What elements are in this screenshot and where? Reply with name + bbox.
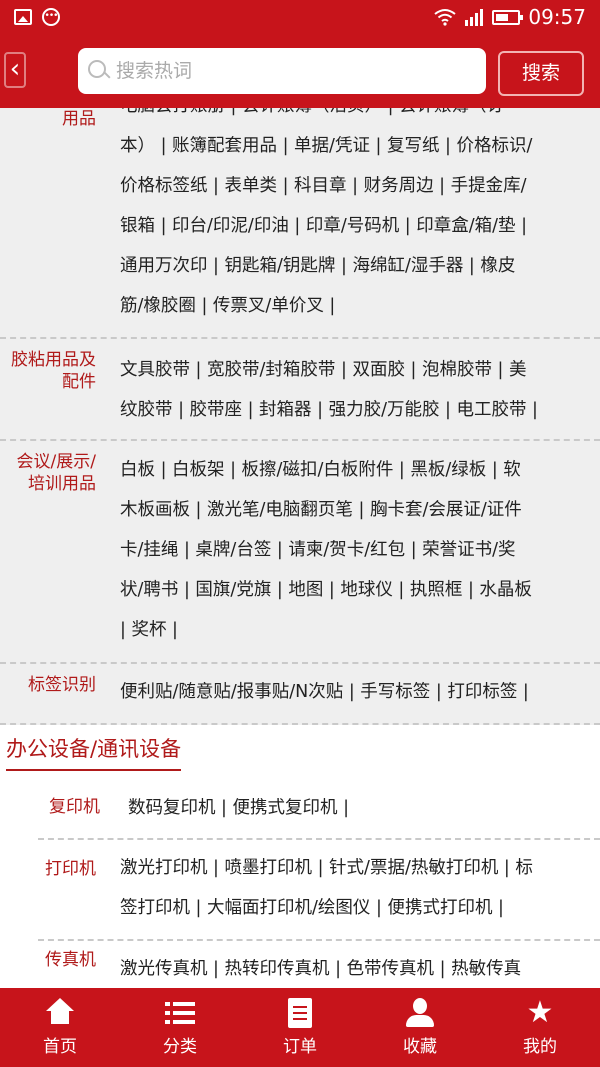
category-items: 激光传真机 | 热转印传真机 | 色带传真机 | 热敏传真 (120, 949, 600, 988)
item-line[interactable]: 本） | 账簿配套用品 | 单据/凭证 | 复写纸 | 价格标识/ (120, 126, 600, 166)
search-icon (88, 60, 110, 82)
nav-label: 首页 (43, 1037, 77, 1057)
category-items: 白板 | 白板架 | 板擦/磁扣/白板附件 | 黑板/绿板 | 软 木板画板 |… (120, 450, 600, 650)
divider (38, 838, 600, 840)
status-bar: ••• 09:57 (0, 0, 600, 36)
section-title: 办公设备/通讯设备 (6, 733, 182, 771)
item-line[interactable]: 通用万次印 | 钥匙箱/钥匙牌 | 海绵缸/湿手器 | 橡皮 (120, 246, 600, 286)
category-content[interactable]: 用品 电脑会打账册 | 会计账簿（活页） | 会计账簿（订 本） | 账簿配套用… (0, 108, 600, 988)
nav-label: 我的 (523, 1037, 557, 1057)
nav-label: 分类 (163, 1037, 197, 1057)
item-line[interactable]: 卡/挂绳 | 桌牌/台签 | 请柬/贺卡/红包 | 荣誉证书/奖 (120, 530, 600, 570)
category-label: 标签识别 (28, 675, 96, 695)
wifi-icon (434, 9, 456, 26)
divider (38, 939, 600, 941)
category-items: 激光打印机 | 喷墨打印机 | 针式/票据/热敏打印机 | 标 签打印机 | 大… (120, 848, 600, 928)
user-icon (405, 998, 435, 1028)
item-line[interactable]: 激光打印机 | 喷墨打印机 | 针式/票据/热敏打印机 | 标 (120, 848, 600, 888)
item-line[interactable]: 木板画板 | 激光笔/电脑翻页笔 | 胸卡套/会展证/证件 (120, 490, 600, 530)
search-box[interactable] (78, 48, 486, 94)
category-items: 电脑会打账册 | 会计账簿（活页） | 会计账簿（订 本） | 账簿配套用品 |… (120, 108, 600, 326)
category-items: 便利贴/随意贴/报事贴/N次贴 | 手写标签 | 打印标签 | (120, 672, 600, 712)
category-label: 胶粘用品及配件 (11, 350, 96, 392)
image-notification-icon (14, 9, 32, 25)
item-line[interactable]: 文具胶带 | 宽胶带/封箱胶带 | 双面胶 | 泡棉胶带 | 美 (120, 350, 600, 390)
category-items: 数码复印机 | 便携式复印机 | (128, 788, 600, 828)
category-label: 传真机 (45, 950, 96, 970)
nav-orders[interactable]: 订单 (240, 988, 360, 1067)
home-icon (45, 998, 75, 1028)
message-notification-icon: ••• (42, 8, 60, 26)
item-line[interactable]: 便利贴/随意贴/报事贴/N次贴 | 手写标签 | 打印标签 | (120, 672, 600, 712)
nav-mine[interactable]: ★ 我的 (480, 988, 600, 1067)
nav-favorites[interactable]: 收藏 (360, 988, 480, 1067)
nav-label: 收藏 (403, 1037, 437, 1057)
search-input[interactable] (116, 60, 476, 82)
category-items: 文具胶带 | 宽胶带/封箱胶带 | 双面胶 | 泡棉胶带 | 美 纹胶带 | 胶… (120, 350, 600, 430)
item-line[interactable]: 电脑会打账册 | 会计账簿（活页） | 会计账簿（订 (120, 108, 600, 126)
category-label: 打印机 (45, 859, 96, 879)
item-line[interactable]: | 奖杯 | (120, 610, 600, 650)
header: ‹ 搜索 (0, 36, 600, 108)
bottom-nav: 首页 分类 订单 收藏 ★ 我的 (0, 988, 600, 1067)
item-line[interactable]: 数码复印机 | 便携式复印机 | (128, 788, 600, 828)
divider (0, 439, 600, 441)
divider (0, 337, 600, 339)
item-line[interactable]: 白板 | 白板架 | 板擦/磁扣/白板附件 | 黑板/绿板 | 软 (120, 450, 600, 490)
search-button[interactable]: 搜索 (498, 51, 584, 96)
battery-icon (492, 9, 524, 25)
category-label: 复印机 (49, 797, 100, 817)
item-line[interactable]: 银箱 | 印台/印泥/印油 | 印章/号码机 | 印章盒/箱/垫 | (120, 206, 600, 246)
category-label: 用品 (62, 109, 96, 129)
clock: 09:57 (528, 5, 586, 29)
item-line[interactable]: 筋/橡胶圈 | 传票叉/单价叉 | (120, 286, 600, 326)
order-icon (288, 998, 312, 1028)
back-button[interactable]: ‹ (4, 52, 26, 88)
star-icon: ★ (526, 995, 554, 1030)
chevron-left-icon: ‹ (9, 54, 21, 84)
item-line[interactable]: 激光传真机 | 热转印传真机 | 色带传真机 | 热敏传真 (120, 949, 600, 988)
nav-home[interactable]: 首页 (0, 988, 120, 1067)
item-line[interactable]: 纹胶带 | 胶带座 | 封箱器 | 强力胶/万能胶 | 电工胶带 | (120, 390, 600, 430)
signal-icon (465, 9, 484, 26)
item-line[interactable]: 状/聘书 | 国旗/党旗 | 地图 | 地球仪 | 执照框 | 水晶板 (120, 570, 600, 610)
nav-category[interactable]: 分类 (120, 988, 240, 1067)
divider (0, 662, 600, 664)
item-line[interactable]: 价格标签纸 | 表单类 | 科目章 | 财务周边 | 手提金库/ (120, 166, 600, 206)
list-icon (165, 998, 195, 1028)
category-label: 会议/展示/培训用品 (16, 452, 96, 494)
divider (0, 723, 600, 725)
nav-label: 订单 (283, 1037, 317, 1057)
item-line[interactable]: 签打印机 | 大幅面打印机/绘图仪 | 便携式打印机 | (120, 888, 600, 928)
